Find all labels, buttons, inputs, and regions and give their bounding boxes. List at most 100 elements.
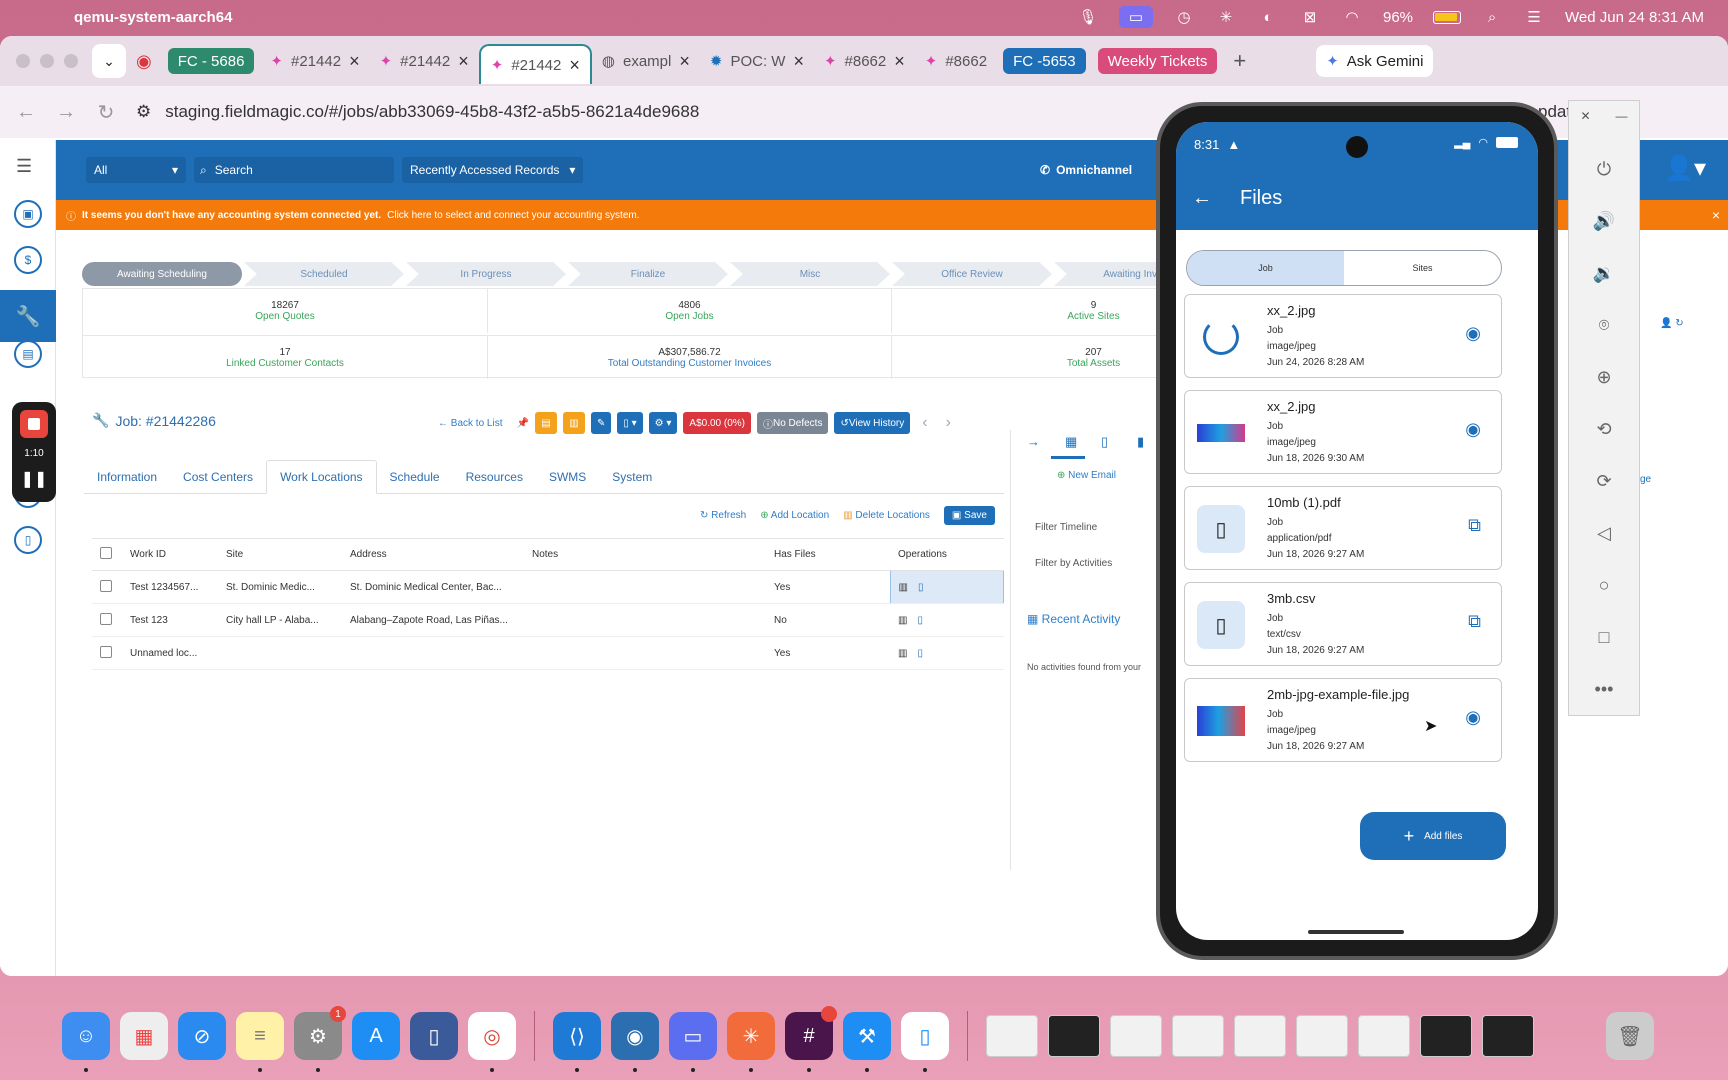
- open-external-icon[interactable]: ⧉: [1468, 515, 1481, 536]
- table-row[interactable]: Unnamed loc... Yes ▥ ▯: [92, 636, 1004, 670]
- tab-schedule[interactable]: Schedule: [377, 460, 453, 494]
- back-to-list-link[interactable]: ← Back to List: [438, 418, 502, 429]
- new-email-link[interactable]: ⊕ New Email: [1057, 470, 1116, 481]
- url-field[interactable]: ⚙ staging.fieldmagic.co/#/jobs/abb33069-…: [136, 102, 699, 122]
- step-awaiting-scheduling[interactable]: Awaiting Scheduling: [82, 262, 242, 286]
- close-tab-icon[interactable]: ×: [569, 55, 580, 76]
- ask-gemini-button[interactable]: ✦ Ask Gemini: [1316, 45, 1434, 77]
- contacts-icon[interactable]: ▣: [14, 200, 42, 228]
- collapse-arrow-icon[interactable]: →: [1027, 434, 1040, 449]
- files-row-icon[interactable]: ▯: [918, 582, 924, 593]
- finder-icon[interactable]: ☺: [62, 1012, 110, 1072]
- eye-icon[interactable]: ◉: [1465, 323, 1481, 344]
- cell-work-id[interactable]: Unnamed loc...: [122, 636, 218, 670]
- tab-cost-centers[interactable]: Cost Centers: [170, 460, 266, 494]
- close-tab-icon[interactable]: ×: [793, 51, 804, 72]
- calendar-icon[interactable]: ▦: [1065, 434, 1077, 450]
- tab-information[interactable]: Information: [84, 460, 170, 494]
- file-card[interactable]: xx_2.jpg Job image/jpeg Jun 18, 2026 9:3…: [1184, 390, 1502, 474]
- minimized-window-thumbnail[interactable]: [986, 1015, 1038, 1057]
- column-header[interactable]: Address: [342, 538, 524, 571]
- minimize-icon[interactable]: —: [1616, 109, 1628, 123]
- database-icon[interactable]: ◉: [611, 1012, 659, 1072]
- volume-down-icon[interactable]: 🔉: [1590, 259, 1618, 287]
- briefcase-icon[interactable]: ▤: [14, 340, 42, 368]
- cell-site[interactable]: [218, 636, 342, 670]
- menubar-datetime[interactable]: Wed Jun 24 8:31 AM: [1565, 9, 1704, 26]
- screen-record-icon[interactable]: ▭: [1118, 6, 1153, 28]
- select-all-checkbox[interactable]: [100, 547, 112, 559]
- power-icon[interactable]: ⏻: [1590, 155, 1618, 183]
- chat-app-icon[interactable]: ▭: [669, 1012, 717, 1072]
- minimized-window-thumbnail[interactable]: [1234, 1015, 1286, 1057]
- minimized-window-thumbnail[interactable]: [1358, 1015, 1410, 1057]
- delete-row-icon[interactable]: ▥: [898, 615, 907, 626]
- close-alert-icon[interactable]: ×: [1712, 207, 1720, 223]
- simulator-icon[interactable]: ▯: [410, 1012, 458, 1060]
- browser-tab[interactable]: ✦ #8662: [915, 43, 997, 79]
- dj-icon[interactable]: ◐: [1257, 8, 1279, 26]
- active-app-name[interactable]: qemu-system-aarch64: [74, 9, 232, 26]
- vscode-icon[interactable]: ⟨⟩: [553, 1012, 601, 1072]
- tab-group-fc-5653[interactable]: FC -5653: [1003, 48, 1086, 74]
- right-partial-link[interactable]: ge: [1640, 474, 1651, 485]
- browser-tab[interactable]: ✦ #8662 ×: [814, 43, 915, 79]
- browser-tab[interactable]: ✦ #21442 ×: [370, 43, 479, 79]
- step-in-progress[interactable]: In Progress: [406, 262, 566, 286]
- xcode-icon[interactable]: ⚒: [843, 1012, 891, 1072]
- recording-tab-icon[interactable]: ◉: [126, 43, 162, 79]
- tab-group-fc-5686[interactable]: FC - 5686: [167, 48, 255, 74]
- cell-site[interactable]: City hall LP - Alaba...: [218, 603, 342, 637]
- cell-notes[interactable]: [524, 636, 766, 670]
- cell-address[interactable]: St. Dominic Medical Center, Bac...: [342, 570, 524, 604]
- next-record-icon[interactable]: ›: [946, 414, 951, 432]
- table-row[interactable]: Test 1234567... St. Dominic Medic... St.…: [92, 570, 1004, 604]
- hamburger-menu-icon[interactable]: ☰: [16, 156, 32, 177]
- delete-locations-button[interactable]: ▥ Delete Locations: [843, 510, 930, 521]
- step-finalize[interactable]: Finalize: [568, 262, 728, 286]
- file-card[interactable]: ▯ 10mb (1).pdf Job application/pdf Jun 1…: [1184, 486, 1502, 570]
- forward-arrow-icon[interactable]: →: [46, 101, 86, 124]
- stat-open-jobs[interactable]: 4806 Open Jobs: [487, 289, 891, 333]
- dollar-icon[interactable]: $: [14, 246, 42, 274]
- rotate-right-icon[interactable]: ⟳: [1590, 467, 1618, 495]
- overview-square-icon[interactable]: □: [1590, 623, 1618, 651]
- trash-icon[interactable]: 🗑: [1606, 1012, 1654, 1060]
- delete-row-icon[interactable]: ▥: [898, 648, 907, 659]
- pause-icon[interactable]: ❚❚: [21, 469, 48, 489]
- search-icon[interactable]: ⌕: [1481, 8, 1503, 26]
- screen-share-icon[interactable]: ⊠: [1299, 8, 1321, 26]
- pin-icon[interactable]: 📌: [516, 418, 528, 429]
- row-checkbox[interactable]: [100, 579, 112, 592]
- minimized-window-thumbnail[interactable]: [1544, 1015, 1596, 1057]
- apple-icon[interactable]: [24, 6, 46, 28]
- tab-work-locations[interactable]: Work Locations: [266, 460, 377, 494]
- slack-icon[interactable]: #: [785, 1006, 837, 1072]
- minimized-window-thumbnail[interactable]: [1420, 1015, 1472, 1057]
- tab-group-weekly-tickets[interactable]: Weekly Tickets: [1097, 48, 1218, 74]
- add-location-button[interactable]: ⊕ Add Location: [760, 510, 829, 521]
- segment-job[interactable]: Job: [1187, 251, 1344, 285]
- open-external-icon[interactable]: ⧉: [1468, 611, 1481, 632]
- table-row[interactable]: Test 123 City hall LP - Alaba... Alabang…: [92, 603, 1004, 637]
- prev-record-icon[interactable]: ‹: [922, 414, 927, 432]
- delete-row-icon[interactable]: ▥: [899, 582, 908, 593]
- eye-icon[interactable]: ◉: [1465, 419, 1481, 440]
- android-studio-icon[interactable]: ▯: [901, 1012, 949, 1072]
- browser-tab[interactable]: ✹ POC: W ×: [700, 43, 814, 79]
- recent-records-dropdown[interactable]: Recently Accessed Records ▾: [402, 157, 584, 183]
- settings-dropdown-button[interactable]: ⚙ ▾: [648, 412, 678, 434]
- row-checkbox[interactable]: [100, 612, 112, 625]
- back-triangle-icon[interactable]: ◁: [1590, 519, 1618, 547]
- view-history-button[interactable]: ↺ View History: [834, 412, 911, 434]
- claude-icon[interactable]: ✳: [727, 1012, 775, 1072]
- column-header[interactable]: Site: [218, 538, 342, 571]
- cell-work-id[interactable]: Test 1234567...: [122, 570, 218, 604]
- browser-tab-active[interactable]: ✦ #21442 ×: [478, 44, 592, 84]
- close-tab-icon[interactable]: ×: [458, 51, 469, 72]
- site-settings-icon[interactable]: ⚙: [136, 102, 151, 122]
- bookmark-icon[interactable]: ▮: [1137, 434, 1144, 450]
- browser-tab[interactable]: ✦ #21442 ×: [260, 43, 369, 79]
- close-tab-icon[interactable]: ×: [679, 51, 690, 72]
- note-icon[interactable]: ▯: [1101, 434, 1108, 450]
